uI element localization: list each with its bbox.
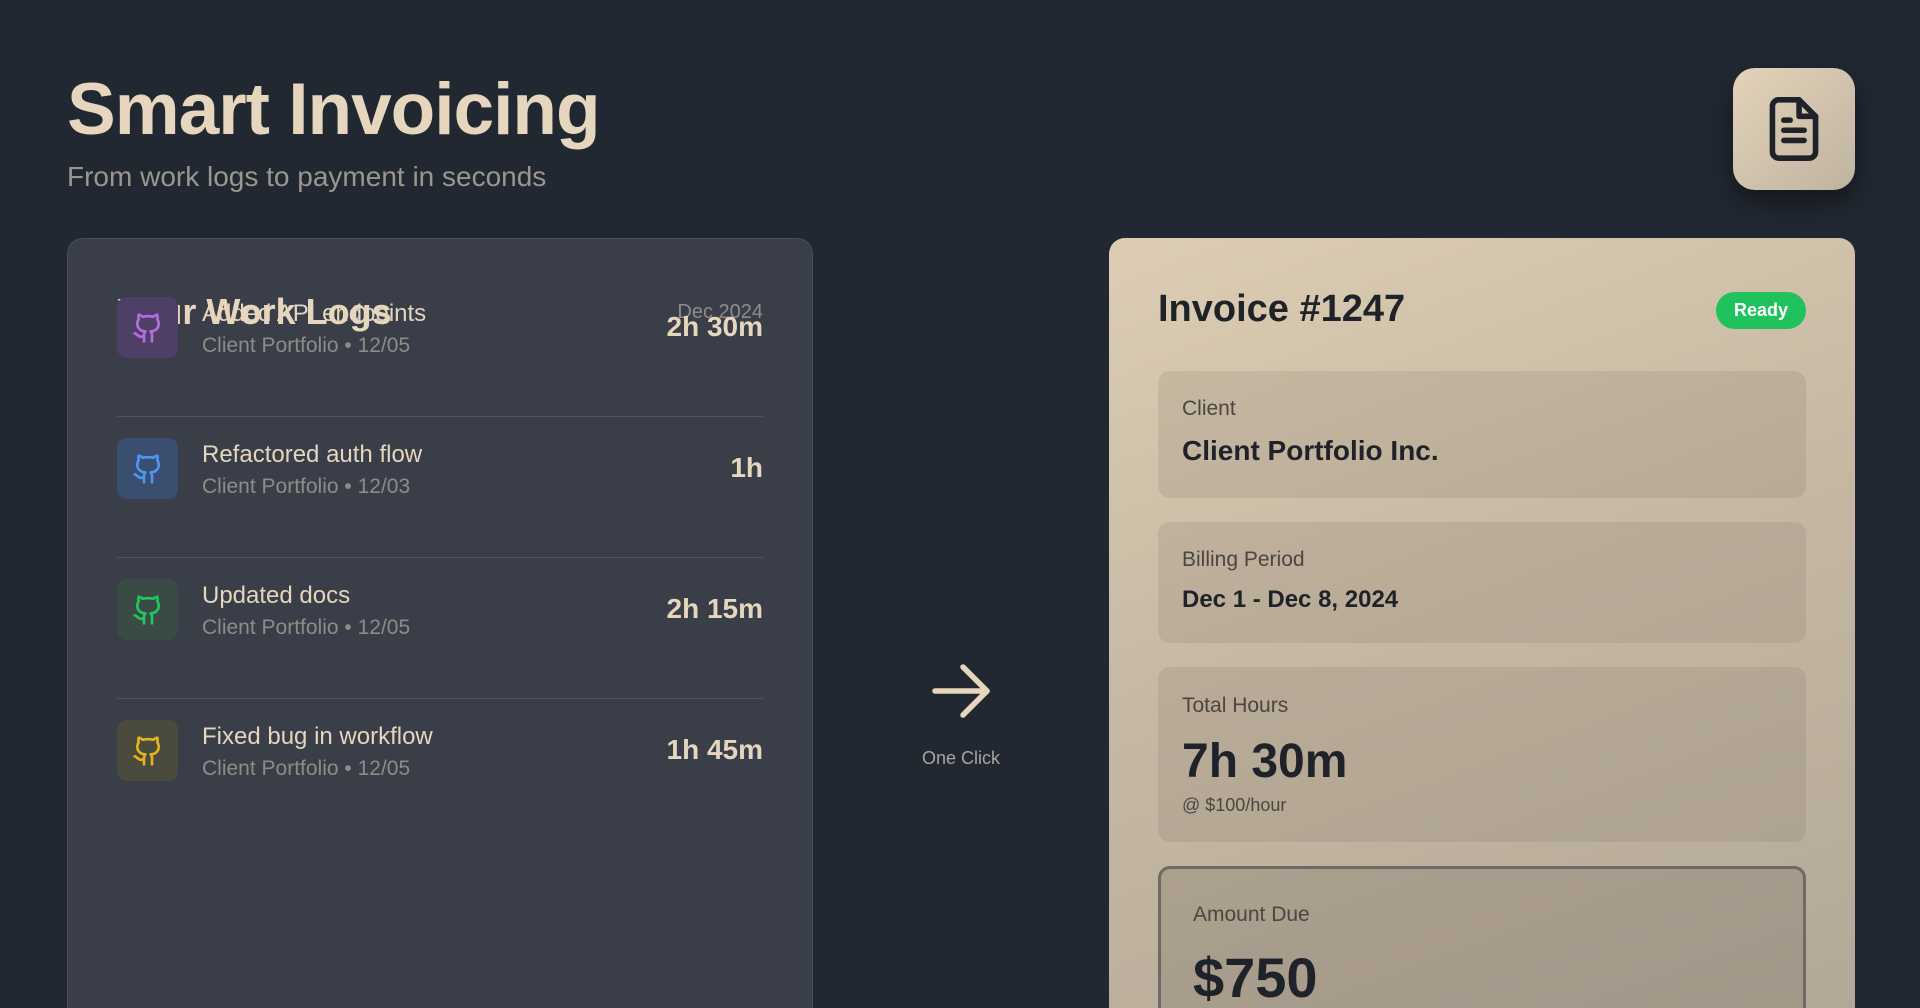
divider — [117, 557, 763, 558]
one-click-label: One Click — [921, 748, 1001, 768]
client-field: Client Client Portfolio Inc. — [1158, 371, 1806, 498]
divider — [117, 416, 763, 417]
work-logs-card: Your Work Logs Dec 2024 Added API endpoi… — [67, 238, 813, 1008]
total-hours-field: Total Hours 7h 30m @ $100/hour — [1158, 667, 1806, 842]
amount-due-label: Amount Due — [1193, 903, 1310, 926]
work-log-duration: 2h 30m — [666, 311, 764, 342]
work-log-title: Fixed bug in workflow — [202, 723, 433, 750]
work-log-item[interactable]: Added API endpoints Client Portfolio • 12… — [117, 277, 763, 417]
work-log-duration: 2h 15m — [666, 593, 764, 624]
github-icon-box — [117, 720, 178, 781]
status-badge: Ready — [1715, 292, 1806, 329]
github-icon — [132, 735, 160, 766]
billing-period-field: Billing Period Dec 1 - Dec 8, 2024 — [1158, 522, 1806, 643]
page-title: Smart Invoicing — [67, 69, 601, 150]
billing-period-value: Dec 1 - Dec 8, 2024 — [1182, 586, 1399, 613]
work-log-meta: Client Portfolio • 12/05 — [202, 616, 411, 639]
client-value: Client Portfolio Inc. — [1182, 435, 1439, 466]
document-icon — [1769, 97, 1819, 161]
work-log-duration: 1h 45m — [666, 734, 764, 765]
github-icon — [132, 312, 160, 343]
github-icon — [132, 594, 160, 625]
work-log-meta: Client Portfolio • 12/05 — [202, 757, 411, 780]
github-icon-box — [117, 438, 178, 499]
work-log-item[interactable]: Fixed bug in workflow Client Portfolio • … — [117, 700, 763, 840]
work-log-item[interactable]: Updated docs Client Portfolio • 12/05 2h 1… — [117, 559, 763, 699]
work-log-title: Added API endpoints — [202, 300, 427, 327]
work-log-duration: 1h — [730, 452, 763, 483]
invoice-title: Invoice #1247 — [1158, 288, 1406, 330]
amount-due-value: $750 — [1193, 946, 1318, 1008]
client-label: Client — [1182, 397, 1236, 420]
page: Smart Invoicing From work logs to paymen… — [0, 0, 1920, 1008]
work-log-title: Refactored auth flow — [202, 441, 423, 468]
total-hours-label: Total Hours — [1182, 694, 1289, 717]
work-log-title: Updated docs — [202, 582, 351, 609]
github-icon-box — [117, 579, 178, 640]
work-log-meta: Client Portfolio • 12/05 — [202, 334, 411, 357]
total-hours-value: 7h 30m — [1182, 735, 1348, 788]
page-subtitle: From work logs to payment in seconds — [67, 161, 547, 192]
work-log-meta: Client Portfolio • 12/03 — [202, 475, 411, 498]
arrow-right-icon — [932, 664, 990, 718]
amount-due-field: Amount Due $750 — [1158, 866, 1806, 1008]
divider — [117, 698, 763, 699]
billing-period-label: Billing Period — [1182, 548, 1305, 571]
document-icon-tile — [1733, 68, 1855, 190]
github-icon-box — [117, 297, 178, 358]
hourly-rate: @ $100/hour — [1182, 795, 1287, 815]
github-icon — [132, 453, 160, 484]
invoice-card: Invoice #1247 Ready Client Client Portfo… — [1109, 238, 1855, 1008]
work-log-item[interactable]: Refactored auth flow Client Portfolio • 1… — [117, 418, 763, 558]
